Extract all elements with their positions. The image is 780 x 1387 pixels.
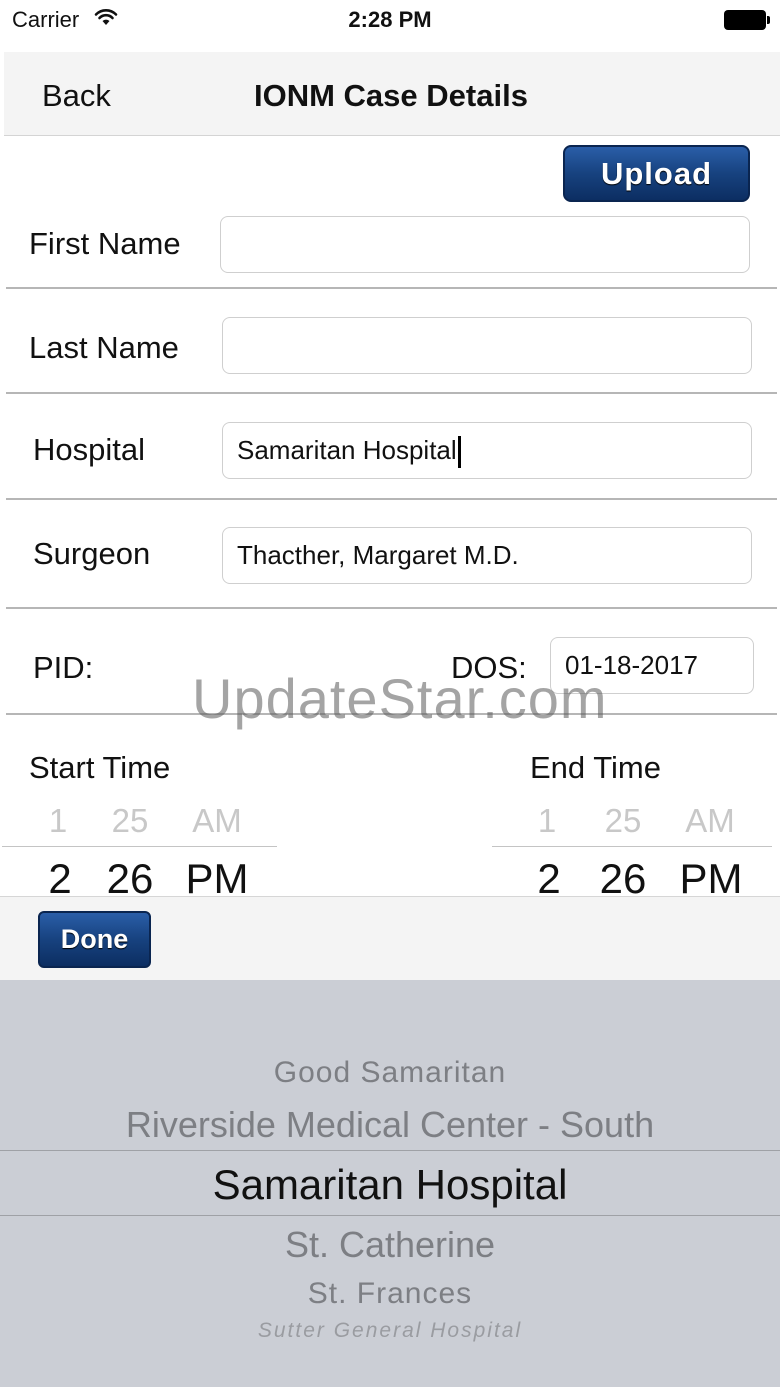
hospital-option[interactable]: Good Samaritan [0,1056,780,1090]
end-ampm-prev[interactable]: AM [673,802,747,840]
hospital-option[interactable]: St. Frances [0,1277,780,1311]
picker-selection-line [492,846,772,847]
hospital-option[interactable]: Sutter General Hospital [0,1319,780,1343]
watermark: UpdateStar.com [192,667,608,730]
start-ampm-prev[interactable]: AM [180,802,254,840]
end-hour-prev[interactable]: 1 [527,802,567,840]
hospital-field-value: Samaritan Hospital [237,435,457,465]
pid-label: PID: [33,650,94,685]
divider [6,287,777,289]
picker-selection-line [2,846,277,847]
status-time: 2:28 PM [348,7,432,32]
first-name-label: First Name [29,226,181,261]
end-time-label: End Time [530,750,661,785]
picker-toolbar: Done [0,896,780,980]
done-button[interactable]: Done [38,911,151,968]
divider [6,498,777,500]
divider [6,392,777,394]
back-button[interactable]: Back [42,78,111,114]
last-name-field[interactable] [222,317,752,374]
navigation-bar: Back IONM Case Details [4,52,780,136]
surgeon-field[interactable]: Thacther, Margaret M.D. [222,527,752,584]
hospital-option[interactable]: Riverside Medical Center - South [0,1104,780,1146]
hospital-field[interactable]: Samaritan Hospital [222,422,752,479]
hospital-label: Hospital [33,432,145,467]
text-cursor [457,436,461,469]
first-name-field[interactable] [220,216,750,273]
page-title: IONM Case Details [254,78,528,113]
hospital-option-selected[interactable]: Samaritan Hospital [0,1161,780,1209]
battery-icon [724,10,770,30]
hospital-option[interactable]: St. Catherine [0,1224,780,1266]
end-minute-prev[interactable]: 25 [593,802,653,840]
upload-button[interactable]: Upload [563,145,750,202]
last-name-label: Last Name [29,330,179,365]
start-hour-prev[interactable]: 1 [38,802,78,840]
divider [6,607,777,609]
status-bar: Carrier 2:28 PM [0,0,780,40]
start-minute-prev[interactable]: 25 [100,802,160,840]
start-time-label: Start Time [29,750,171,785]
surgeon-label: Surgeon [33,536,151,571]
hospital-picker[interactable]: Good Samaritan Riverside Medical Center … [0,980,780,1387]
